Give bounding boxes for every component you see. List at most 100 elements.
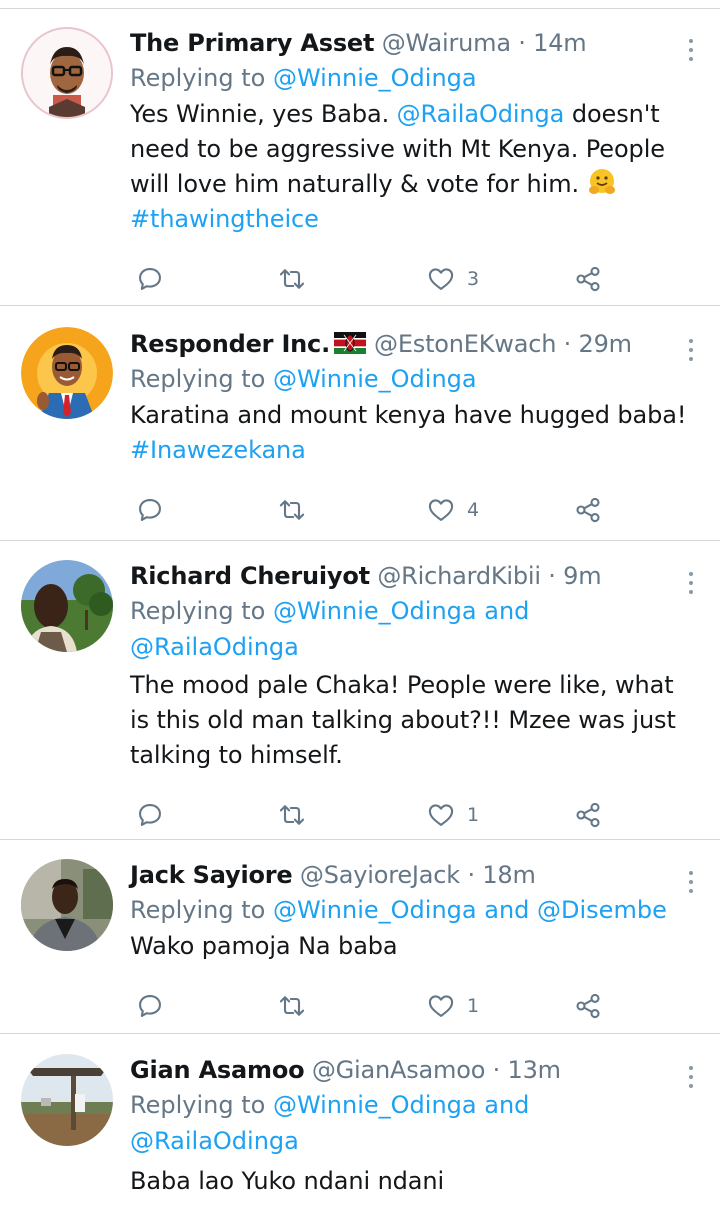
replying-to: Replying to @Winnie_Odinga and @RailaOdi… — [130, 1087, 690, 1159]
replying-prefix: Replying to — [130, 365, 273, 393]
tweet-text: Yes Winnie, yes Baba. @RailaOdinga doesn… — [130, 97, 690, 237]
reply-and: and — [476, 1091, 530, 1119]
reply-icon — [139, 804, 161, 826]
reply-icon — [139, 499, 161, 521]
timestamp[interactable]: 9m — [563, 562, 601, 590]
replying-to: Replying to @Winnie_Odinga and @Disembe — [130, 892, 690, 928]
share-button[interactable] — [574, 490, 602, 530]
tweet-text: Baba lao Yuko ndani ndani — [130, 1167, 445, 1195]
retweet-icon — [279, 500, 305, 520]
tweet[interactable]: The Primary Asset @Wairuma · 14m Replyin… — [0, 9, 720, 306]
reply-mention[interactable]: @Winnie_Odinga — [273, 64, 477, 92]
retweet-button[interactable] — [278, 259, 306, 299]
tweet-text-part: Karatina and mount kenya have hugged bab… — [130, 401, 687, 429]
handle[interactable]: @SayioreJack — [300, 861, 460, 889]
reply-icon — [139, 268, 161, 290]
display-name[interactable]: Richard Cheruiyot — [130, 562, 370, 590]
like-button[interactable]: 1 — [427, 795, 479, 835]
hashtag-link[interactable]: #thawingtheice — [130, 205, 319, 233]
retweet-icon — [279, 269, 305, 289]
retweet-button[interactable] — [278, 795, 306, 835]
avatar[interactable] — [21, 27, 113, 119]
reply-button[interactable] — [136, 490, 164, 530]
separator: · — [485, 1056, 508, 1084]
share-button[interactable] — [574, 795, 602, 835]
hashtag-link[interactable]: #Inawezekana — [130, 436, 306, 464]
replying-to: Replying to @Winnie_Odinga — [130, 60, 690, 96]
tweet[interactable]: Richard Cheruiyot @RichardKibii · 9m Rep… — [0, 541, 720, 840]
like-button[interactable]: 3 — [427, 259, 479, 299]
more-icon[interactable] — [688, 339, 694, 363]
reply-mention[interactable]: @Winnie_Odinga — [273, 1091, 477, 1119]
separator: · — [540, 562, 564, 590]
timestamp[interactable]: 13m — [508, 1056, 562, 1084]
share-icon — [576, 497, 600, 523]
like-count: 1 — [467, 804, 480, 826]
like-button[interactable]: 1 — [427, 986, 479, 1026]
reply-mention[interactable]: @RailaOdinga — [130, 1127, 299, 1155]
retweet-button[interactable] — [278, 986, 306, 1026]
retweet-icon — [279, 996, 305, 1016]
share-button[interactable] — [574, 986, 602, 1026]
handle[interactable]: @GianAsamoo — [312, 1056, 486, 1084]
reply-and: and — [476, 896, 538, 924]
top-divider — [0, 0, 720, 9]
more-icon[interactable] — [688, 572, 694, 596]
display-name[interactable]: Gian Asamoo — [130, 1056, 305, 1084]
reply-mention[interactable]: @Winnie_Odinga — [273, 597, 477, 625]
mention-link[interactable]: @RailaOdinga — [397, 100, 565, 128]
hugging-face-emoji — [588, 169, 615, 194]
like-count: 3 — [467, 268, 480, 290]
timestamp[interactable]: 18m — [482, 861, 536, 889]
avatar[interactable] — [21, 327, 113, 419]
tweet-text: Wako pamoja Na baba — [130, 932, 398, 960]
like-icon — [428, 499, 454, 521]
timestamp[interactable]: 14m — [533, 29, 587, 57]
tweet-actions: 4 — [130, 490, 690, 530]
like-button[interactable]: 4 — [427, 490, 479, 530]
avatar[interactable] — [21, 560, 113, 652]
reply-mention[interactable]: @Winnie_Odinga — [273, 896, 477, 924]
like-count: 4 — [467, 499, 480, 521]
tweet[interactable]: Gian Asamoo @GianAsamoo · 13m Replying t… — [0, 1034, 720, 1208]
display-name[interactable]: Jack Sayiore — [130, 861, 293, 889]
tweet[interactable]: Responder Inc. @EstonEKwach · 29m Replyin… — [0, 306, 720, 541]
tweet-actions: 1 — [130, 986, 690, 1026]
share-icon — [576, 266, 600, 292]
reply-button[interactable] — [136, 986, 164, 1026]
tweet[interactable]: Jack Sayiore @SayioreJack · 18m Replying… — [0, 840, 720, 1034]
handle[interactable]: @RichardKibii — [377, 562, 541, 590]
like-icon — [428, 268, 454, 290]
separator: · — [556, 330, 579, 358]
share-button[interactable] — [574, 259, 602, 299]
replying-prefix: Replying to — [130, 64, 273, 92]
more-icon[interactable] — [688, 871, 694, 895]
replying-to: Replying to @Winnie_Odinga — [130, 361, 690, 397]
display-name[interactable]: Responder Inc. — [130, 330, 330, 358]
reply-mention[interactable]: @Disembe — [537, 896, 667, 924]
tweet-header: The Primary Asset @Wairuma · 14m — [130, 26, 690, 60]
handle[interactable]: @Wairuma — [382, 29, 511, 57]
replying-to: Replying to @Winnie_Odinga and @RailaOdi… — [130, 593, 690, 665]
retweet-button[interactable] — [278, 490, 306, 530]
reply-and: and — [476, 597, 530, 625]
tweet-header: Jack Sayiore @SayioreJack · 18m — [130, 858, 690, 892]
avatar[interactable] — [21, 859, 113, 951]
reply-button[interactable] — [136, 795, 164, 835]
more-icon[interactable] — [688, 39, 694, 63]
reply-mention[interactable]: @RailaOdinga — [130, 633, 299, 661]
avatar[interactable] — [21, 1054, 113, 1146]
reply-mention[interactable]: @Winnie_Odinga — [273, 365, 477, 393]
like-icon — [428, 804, 454, 826]
tweet-text-part: Yes Winnie, yes Baba. — [130, 100, 397, 128]
tweet-actions: 1 — [130, 795, 690, 835]
display-name[interactable]: The Primary Asset — [130, 29, 374, 57]
reply-button[interactable] — [136, 259, 164, 299]
more-icon[interactable] — [688, 1066, 694, 1090]
reply-icon — [139, 995, 161, 1017]
timestamp[interactable]: 29m — [579, 330, 633, 358]
tweet-header: Responder Inc. @EstonEKwach · 29m — [130, 327, 690, 361]
handle[interactable]: @EstonEKwach — [374, 330, 556, 358]
separator: · — [460, 861, 483, 889]
tweet-text: The mood pale Chaka! People were like, w… — [130, 671, 676, 769]
